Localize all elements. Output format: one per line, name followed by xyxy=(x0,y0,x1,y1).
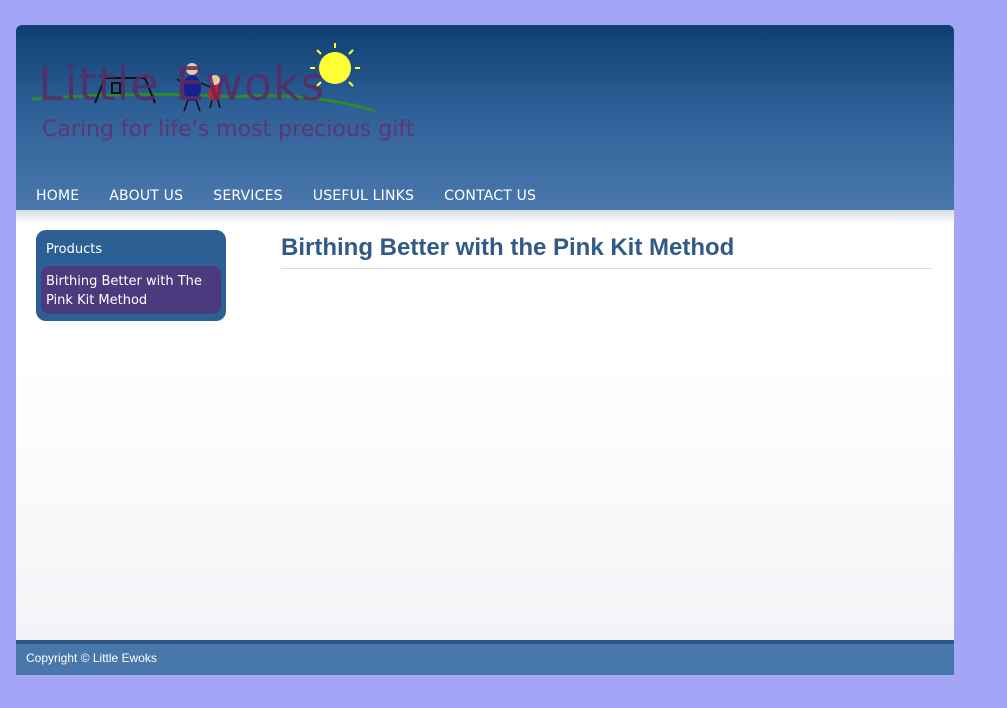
nav-contact-us[interactable]: CONTACT US xyxy=(444,188,536,204)
site-header: Little Ewoks Caring for life's most prec… xyxy=(16,25,954,210)
nav-about-us[interactable]: ABOUT US xyxy=(109,188,183,204)
site-tagline: Caring for life's most precious gift xyxy=(42,117,415,142)
content-area: Products Birthing Better with The Pink K… xyxy=(16,210,954,640)
page-title: Birthing Better with the Pink Kit Method xyxy=(281,234,931,269)
nav-useful-links[interactable]: USEFUL LINKS xyxy=(313,188,414,204)
copyright-text: Copyright © Little Ewoks xyxy=(26,651,157,665)
nav-services[interactable]: SERVICES xyxy=(213,188,283,204)
sidebar-item-pink-kit[interactable]: Birthing Better with The Pink Kit Method xyxy=(41,266,221,314)
site-logo[interactable]: Little Ewoks xyxy=(30,33,460,123)
nav-home[interactable]: HOME xyxy=(36,188,79,204)
page-container: Little Ewoks Caring for life's most prec… xyxy=(16,25,954,675)
logo-text: Little Ewoks xyxy=(38,57,326,111)
main-navigation: HOME ABOUT US SERVICES USEFUL LINKS CONT… xyxy=(16,185,546,207)
products-sidebar: Products Birthing Better with The Pink K… xyxy=(36,230,226,321)
sidebar-heading: Products xyxy=(46,242,103,257)
site-footer: Copyright © Little Ewoks xyxy=(16,644,954,675)
